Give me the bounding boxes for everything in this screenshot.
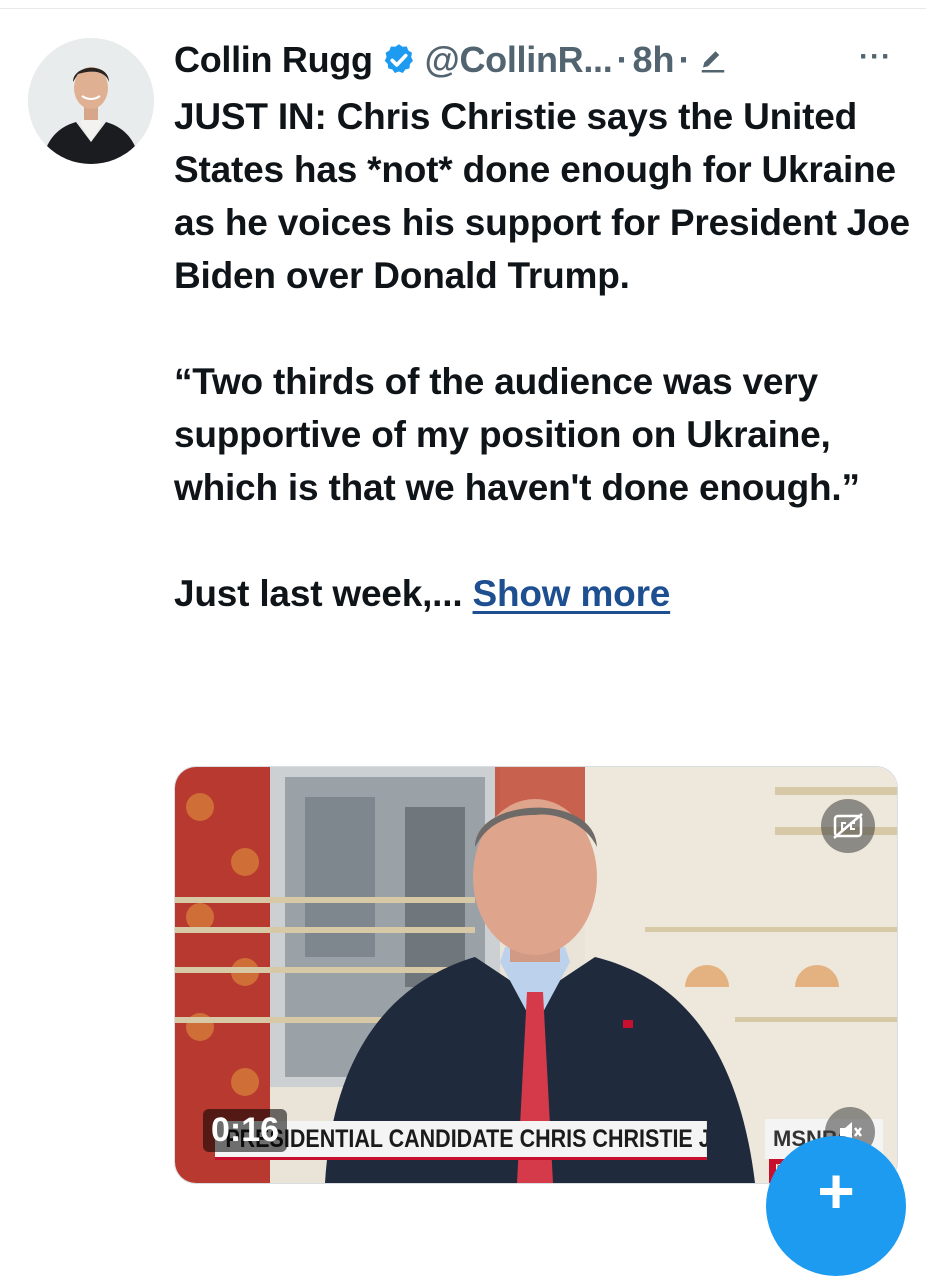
edit-pencil-icon (702, 51, 725, 73)
more-icon[interactable]: ··· (859, 40, 892, 74)
tweet-paragraph-truncated: Just last week,... Show more (174, 567, 914, 620)
tweet-text: JUST IN: Chris Christie says the United … (174, 90, 914, 620)
author-handle[interactable]: @CollinR... (425, 39, 613, 81)
timestamp[interactable]: 8h (632, 39, 674, 81)
video-player[interactable]: PRESIDENTIAL CANDIDATE CHRIS CHRISTIE JO… (174, 766, 898, 1184)
separator: · (616, 39, 629, 80)
closed-captions-button[interactable] (821, 799, 875, 853)
verified-badge-icon (384, 44, 413, 74)
tweet-quote: “Two thirds of the audience was very sup… (174, 361, 860, 508)
author-name[interactable]: Collin Rugg (174, 39, 373, 81)
avatar[interactable] (28, 38, 154, 164)
separator: · (678, 39, 691, 80)
tweet-paragraph: JUST IN: Chris Christie says the United … (174, 96, 910, 296)
tweet-header: Collin Rugg @CollinR... · 8h · (174, 34, 908, 86)
video-duration: 0:16 (203, 1109, 288, 1152)
compose-plus-icon[interactable]: + (766, 1136, 906, 1276)
closed-captions-icon (833, 813, 863, 839)
top-divider (0, 0, 926, 9)
show-more-link[interactable]: Show more (473, 573, 671, 614)
video-chyron: PRESIDENTIAL CANDIDATE CHRIS CHRISTIE JO… (215, 1121, 707, 1160)
truncated-text: Just last week,... (174, 573, 463, 614)
avatar-photo (28, 38, 154, 164)
